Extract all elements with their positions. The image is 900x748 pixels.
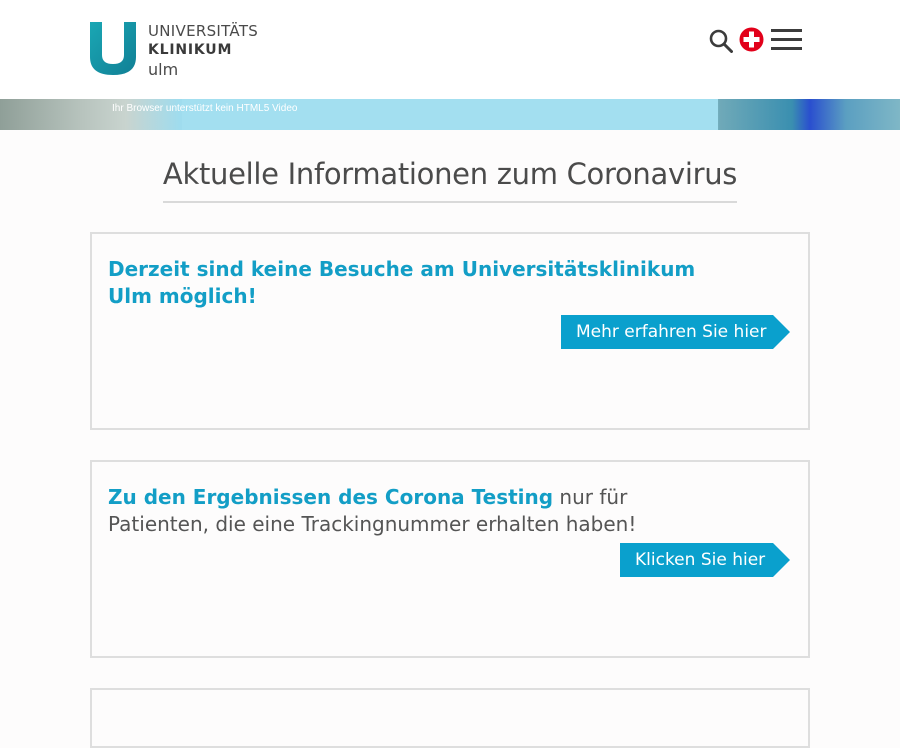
hamburger-menu-icon[interactable] (771, 29, 803, 51)
info-card-testing: Zu den Ergebnissen des Corona Testing nu… (90, 460, 810, 658)
card-text: Derzeit sind keine Besuche am Universitä… (108, 256, 718, 310)
logo-u-icon (90, 22, 136, 75)
card-highlight: Derzeit sind keine Besuche am Universitä… (108, 257, 696, 308)
card-text: Zu den Ergebnissen des Corona Testing nu… (108, 484, 718, 538)
page-title-wrapper: Aktuelle Informationen zum Coronavirus (0, 155, 900, 203)
more-info-button[interactable]: Mehr erfahren Sie hier (561, 315, 790, 349)
click-here-button[interactable]: Klicken Sie hier (620, 543, 790, 577)
logo-line-klinikum: KLINIKUM (148, 42, 233, 58)
testing-results-link[interactable]: Zu den Ergebnissen des Corona Testing (108, 485, 553, 509)
info-card-visits: Derzeit sind keine Besuche am Universitä… (90, 232, 810, 430)
site-header: UNIVERSITÄTS KLINIKUM ulm (0, 0, 900, 99)
hero-video: Ihr Browser unterstützt kein HTML5 Video (0, 99, 900, 130)
logo-line-universitaets: UNIVERSITÄTS (148, 22, 259, 40)
logo-line-ulm: ulm (148, 60, 179, 79)
info-card-next (90, 688, 810, 748)
page-title: Aktuelle Informationen zum Coronavirus (162, 155, 737, 203)
search-icon[interactable] (709, 29, 733, 53)
emergency-cross-icon[interactable] (739, 27, 764, 52)
video-fallback-message: Ihr Browser unterstützt kein HTML5 Video (112, 103, 298, 114)
site-logo[interactable]: UNIVERSITÄTS KLINIKUM ulm (90, 22, 260, 79)
